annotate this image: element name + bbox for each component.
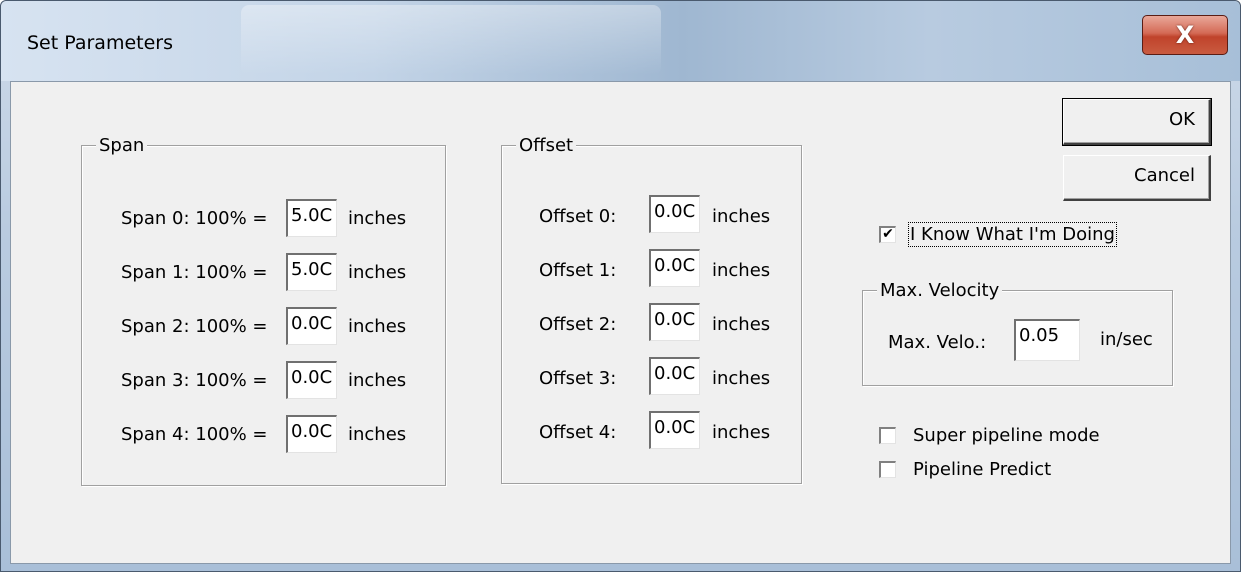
offset-1-label: Offset 1: [539, 260, 617, 281]
offset-group-legend: Offset [516, 135, 577, 156]
super-pipeline-label[interactable]: Super pipeline mode [913, 425, 1100, 446]
title-bar-sheen [241, 5, 661, 75]
offset-3-input[interactable]: 0.0C [649, 357, 700, 395]
max-velocity-unit: in/sec [1100, 329, 1153, 350]
dialog-client-area: Span Span 0: 100% = 5.0C inches Span 1: … [10, 81, 1231, 564]
span-4-unit: inches [348, 424, 407, 445]
offset-4-label: Offset 4: [539, 422, 617, 443]
span-4-input[interactable]: 0.0C [286, 415, 337, 453]
offset-1-input[interactable]: 0.0C [649, 249, 700, 287]
span-0-unit: inches [348, 208, 407, 229]
offset-3-label: Offset 3: [539, 368, 617, 389]
close-button[interactable]: X [1142, 15, 1228, 55]
dialog-window: Set Parameters X Span Span 0: 100% = 5.0… [0, 0, 1241, 572]
window-title: Set Parameters [27, 32, 173, 54]
span-3-label: Span 3: 100% = [121, 370, 268, 391]
pipeline-predict-label[interactable]: Pipeline Predict [913, 459, 1051, 480]
velocity-group-legend: Max. Velocity [877, 280, 1003, 301]
span-1-unit: inches [348, 262, 407, 283]
offset-0-input[interactable]: 0.0C [649, 195, 700, 233]
max-velocity-label: Max. Velo.: [888, 332, 987, 353]
span-3-unit: inches [348, 370, 407, 391]
pipeline-predict-checkbox[interactable] [879, 461, 896, 478]
span-0-label: Span 0: 100% = [121, 208, 268, 229]
span-0-input[interactable]: 5.0C [286, 199, 337, 237]
span-group-legend: Span [96, 135, 148, 156]
span-3-input[interactable]: 0.0C [286, 361, 337, 399]
know-checkbox-label[interactable]: I Know What I'm Doing [908, 222, 1117, 247]
offset-2-label: Offset 2: [539, 314, 617, 335]
offset-2-unit: inches [712, 314, 771, 335]
offset-0-unit: inches [712, 206, 771, 227]
checkmark-icon: ✔ [882, 226, 894, 242]
close-icon: X [1175, 21, 1195, 49]
max-velocity-input[interactable]: 0.05 [1014, 319, 1080, 361]
span-1-label: Span 1: 100% = [121, 262, 268, 283]
offset-2-input[interactable]: 0.0C [649, 303, 700, 341]
know-checkbox[interactable]: ✔ [879, 226, 896, 243]
offset-4-unit: inches [712, 422, 771, 443]
span-1-input[interactable]: 5.0C [286, 253, 337, 291]
super-pipeline-checkbox[interactable] [879, 427, 896, 444]
title-bar[interactable]: Set Parameters X [1, 1, 1240, 81]
span-2-input[interactable]: 0.0C [286, 307, 337, 345]
cancel-button[interactable]: Cancel [1063, 155, 1211, 201]
ok-button[interactable]: OK [1062, 98, 1212, 146]
offset-4-input[interactable]: 0.0C [649, 411, 700, 449]
offset-0-label: Offset 0: [539, 206, 617, 227]
span-2-label: Span 2: 100% = [121, 316, 268, 337]
span-4-label: Span 4: 100% = [121, 424, 268, 445]
offset-3-unit: inches [712, 368, 771, 389]
span-2-unit: inches [348, 316, 407, 337]
offset-1-unit: inches [712, 260, 771, 281]
